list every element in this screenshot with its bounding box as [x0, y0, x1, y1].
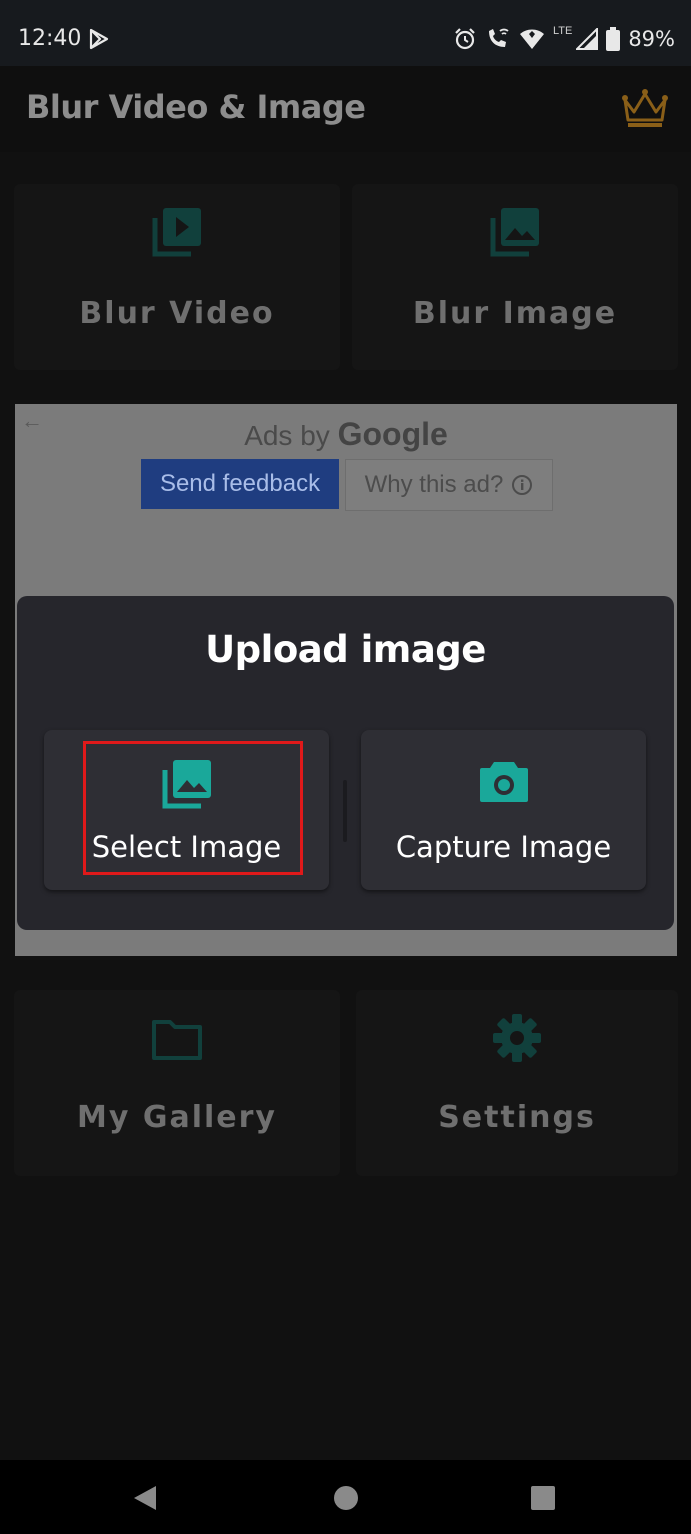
- my-gallery-tile[interactable]: My Gallery: [14, 990, 340, 1176]
- status-time: 12:40: [18, 26, 82, 51]
- info-icon: [512, 475, 533, 495]
- settings-tile[interactable]: Settings: [356, 990, 678, 1176]
- upload-image-dialog: Upload image Select Image Capture Image: [17, 596, 674, 930]
- capture-image-label: Capture Image: [395, 830, 612, 864]
- blur-image-label: Blur Image: [412, 296, 618, 331]
- system-nav-bar: [0, 1460, 691, 1534]
- gear-icon: [493, 1014, 541, 1062]
- my-gallery-label: My Gallery: [77, 1100, 277, 1135]
- signal-icon: [576, 28, 599, 50]
- camera-icon: [479, 762, 528, 802]
- status-icons: LTE 89%: [453, 24, 675, 54]
- recents-icon[interactable]: [530, 1485, 556, 1511]
- image-library-icon: [490, 208, 539, 257]
- ads-by-label: Ads by: [244, 420, 330, 451]
- play-store-icon: [89, 28, 109, 50]
- back-icon[interactable]: [132, 1484, 158, 1512]
- capture-image-button[interactable]: Capture Image: [361, 730, 646, 890]
- why-this-ad-label: Why this ad?: [364, 471, 504, 498]
- settings-label: Settings: [438, 1100, 596, 1135]
- network-type: LTE: [552, 25, 573, 37]
- blur-video-tile[interactable]: Blur Video: [14, 184, 340, 370]
- status-bar: 12:40 LTE 89%: [0, 0, 691, 66]
- blur-video-label: Blur Video: [79, 296, 275, 331]
- dialog-title: Upload image: [205, 628, 486, 671]
- send-feedback-button[interactable]: Send feedback: [141, 459, 339, 509]
- option-divider: [343, 780, 347, 842]
- video-library-icon: [152, 208, 201, 257]
- google-label: Google: [337, 416, 448, 452]
- alarm-icon: [455, 28, 475, 50]
- ads-by-google: Ads by Google: [15, 416, 677, 453]
- home-icon[interactable]: [333, 1485, 359, 1511]
- blur-image-tile[interactable]: Blur Image: [352, 184, 678, 370]
- wifi-icon: [519, 29, 544, 49]
- battery-level: 89%: [628, 27, 675, 51]
- battery-icon: [606, 27, 621, 51]
- wifi-call-icon: [488, 28, 509, 47]
- app-bar: Blur Video & Image: [0, 66, 691, 152]
- app-title: Blur Video & Image: [26, 88, 366, 126]
- highlight-box: [83, 741, 303, 875]
- folder-icon: [152, 1020, 202, 1060]
- crown-icon[interactable]: [620, 86, 670, 130]
- why-this-ad-button[interactable]: Why this ad?: [345, 459, 553, 511]
